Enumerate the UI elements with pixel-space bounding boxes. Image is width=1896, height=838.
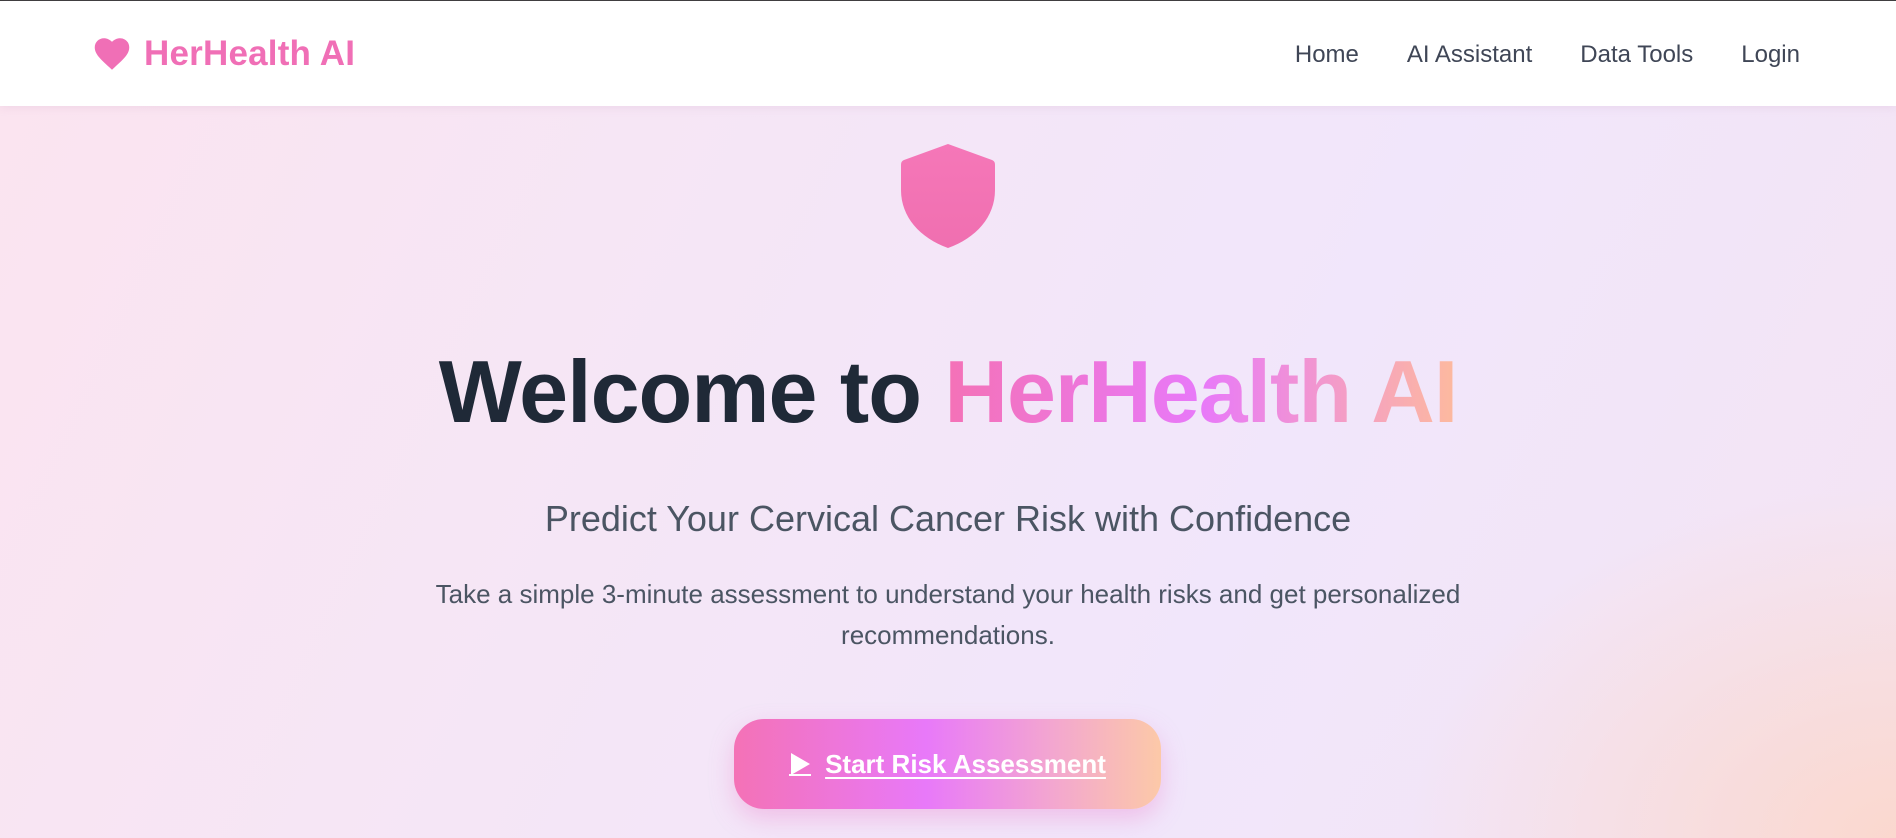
nav-home[interactable]: Home — [1295, 41, 1359, 69]
brand-logo-link[interactable]: HerHealth AI — [94, 31, 355, 77]
headline-highlight: HerHealth AI — [944, 342, 1458, 441]
nav-data-tools[interactable]: Data Tools — [1580, 41, 1693, 69]
hero-headline: Welcome to HerHealth AI — [0, 342, 1896, 441]
start-risk-assessment-button[interactable]: Start Risk Assessment — [734, 719, 1161, 809]
nav-login[interactable]: Login — [1741, 41, 1800, 69]
hero-section: Welcome to HerHealth AI Predict Your Cer… — [0, 106, 1896, 838]
hero-subtitle: Predict Your Cervical Cancer Risk with C… — [544, 498, 1352, 539]
headline-prefix: Welcome to — [438, 342, 945, 441]
shield-icon — [898, 142, 998, 255]
heart-icon — [94, 37, 130, 71]
nav-ai-assistant[interactable]: AI Assistant — [1407, 41, 1532, 69]
navbar: HerHealth AI Home AI Assistant Data Tool… — [0, 1, 1896, 106]
cta-label: Start Risk Assessment — [825, 748, 1106, 779]
hero-description: Take a simple 3-minute assessment to und… — [435, 579, 1461, 650]
play-icon — [789, 752, 812, 776]
brand-name: HerHealth AI — [144, 34, 356, 73]
main-nav: Home AI Assistant Data Tools Login — [1295, 33, 1800, 77]
